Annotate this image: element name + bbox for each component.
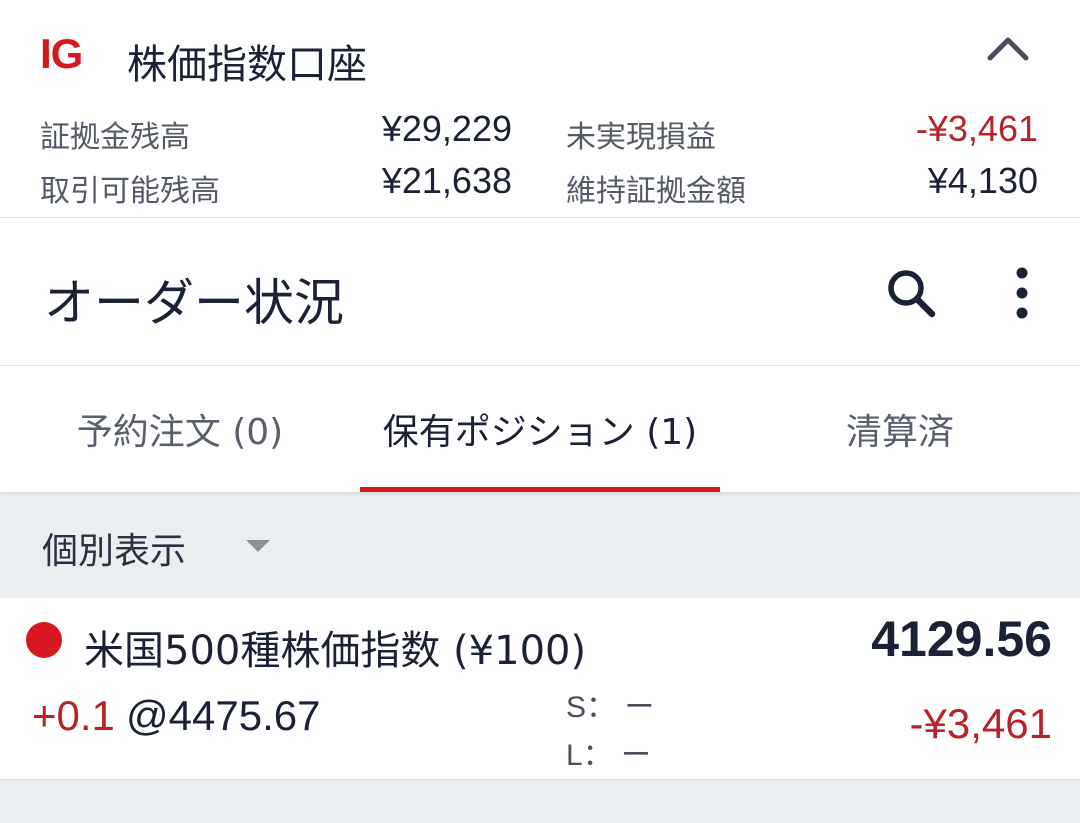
page-title: オーダー状況 — [44, 274, 344, 332]
order-tabs: 予約注文 (0) 保有ポジション (1) 清算済 — [0, 366, 1080, 492]
search-icon[interactable] — [884, 266, 938, 320]
maintenance-margin-label: 維持証拠金額 — [566, 174, 746, 209]
tab-closed[interactable]: 清算済 — [720, 366, 1080, 492]
ig-logo: IG — [40, 30, 83, 77]
current-price: 4129.56 — [871, 611, 1052, 667]
position-row[interactable]: 米国500種株価指数 (¥100) 4129.56 +0.1 @4475.67 … — [0, 598, 1080, 780]
more-vertical-icon[interactable] — [1008, 266, 1036, 320]
view-mode-label: 個別表示 — [42, 531, 187, 572]
position-pnl: -¥3,461 — [909, 700, 1052, 747]
margin-balance-label: 証拠金残高 — [40, 120, 190, 155]
instrument-name: 米国500種株価指数 (¥100) — [84, 628, 587, 674]
order-status-header: オーダー状況 — [0, 218, 1080, 366]
available-balance-value: ¥21,638 — [381, 160, 512, 201]
caret-down-icon[interactable] — [244, 538, 272, 554]
tab-open-positions[interactable]: 保有ポジション (1) — [360, 366, 720, 492]
stop-level: S： ー — [566, 691, 655, 724]
chevron-up-icon[interactable] — [986, 32, 1030, 62]
tab-pending-orders[interactable]: 予約注文 (0) — [0, 366, 360, 492]
view-mode-dropdown[interactable]: 個別表示 — [0, 492, 1080, 598]
position-size: +0.1 — [32, 692, 115, 739]
open-price: @4475.67 — [126, 692, 321, 739]
account-summary-panel: IG 株価指数口座 証拠金残高 ¥29,229 未実現損益 -¥3,461 取引… — [0, 0, 1080, 218]
account-title: 株価指数口座 — [127, 42, 367, 88]
available-balance-label: 取引可能残高 — [40, 174, 220, 209]
maintenance-margin-value: ¥4,130 — [927, 160, 1038, 201]
unrealized-pnl-value: -¥3,461 — [915, 108, 1038, 149]
margin-balance-value: ¥29,229 — [381, 108, 512, 149]
limit-level: L： ー — [566, 739, 652, 772]
direction-dot-icon — [26, 622, 62, 658]
unrealized-pnl-label: 未実現損益 — [566, 120, 716, 155]
